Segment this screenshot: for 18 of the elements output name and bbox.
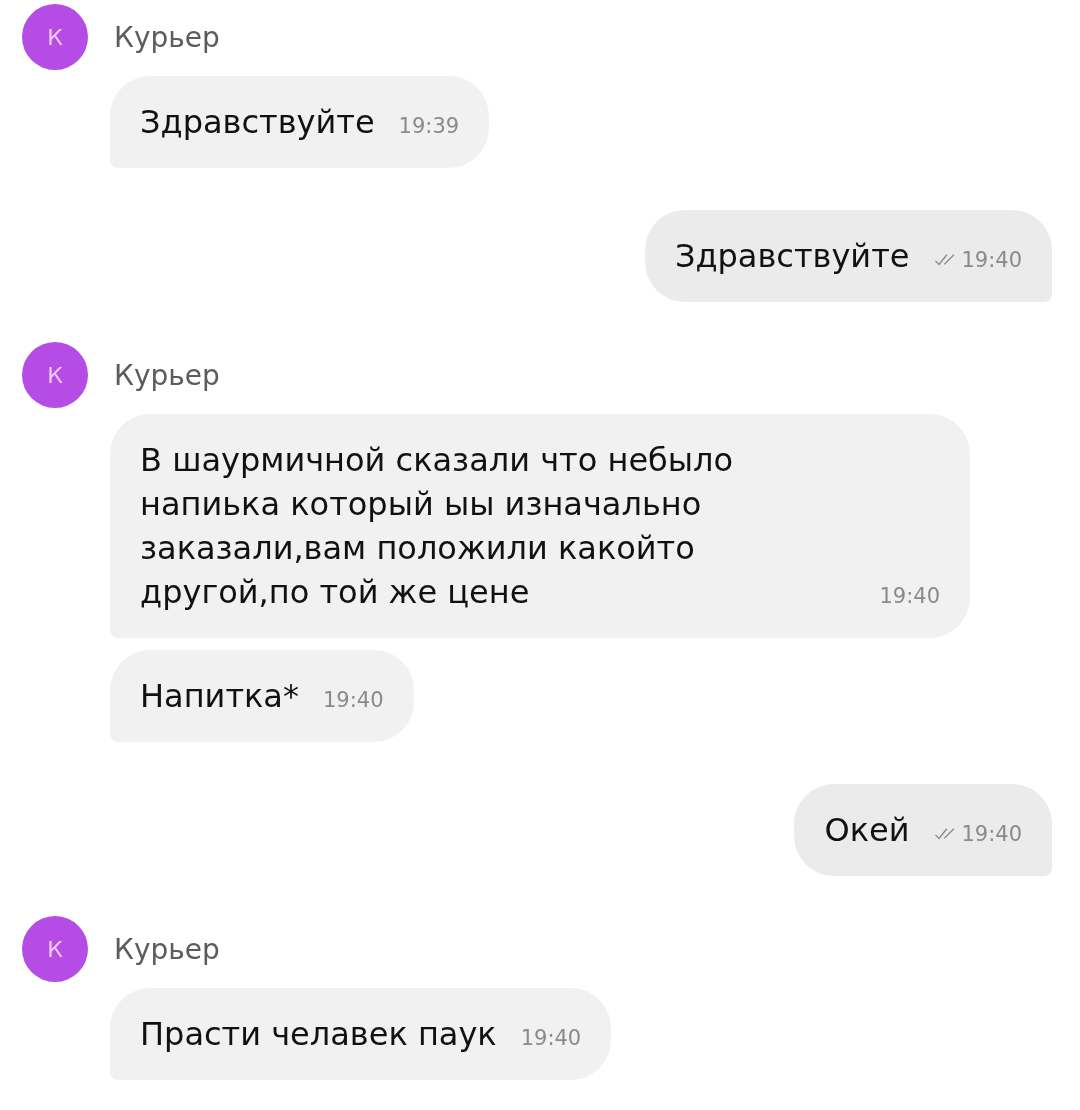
message-time: 19:40 [961, 822, 1022, 846]
message-text: Здравствуйте [674, 236, 910, 277]
avatar: К [22, 342, 88, 408]
avatar: К [22, 4, 88, 70]
message-time: 19:40 [322, 688, 384, 712]
message-text: Прасти челавек паук [140, 1014, 497, 1055]
message-text: Окей [824, 810, 910, 851]
sender-name: Курьер [114, 932, 220, 966]
message-time: 19:39 [398, 114, 460, 138]
message-time: 19:40 [879, 584, 940, 608]
sender-name: Курьер [114, 358, 220, 392]
avatar: К [22, 916, 88, 982]
message-text: В шаурмичной сказали что небыло напиька который ыы изначально заказали,вам положили какойто другой,по той же цене [140, 440, 735, 613]
message-text: Напитка* [140, 676, 299, 717]
message-text: Здравствуйте [140, 102, 375, 143]
sender-name: Курьер [114, 20, 220, 54]
message-time: 19:40 [961, 248, 1022, 272]
message-time: 19:40 [520, 1026, 582, 1050]
